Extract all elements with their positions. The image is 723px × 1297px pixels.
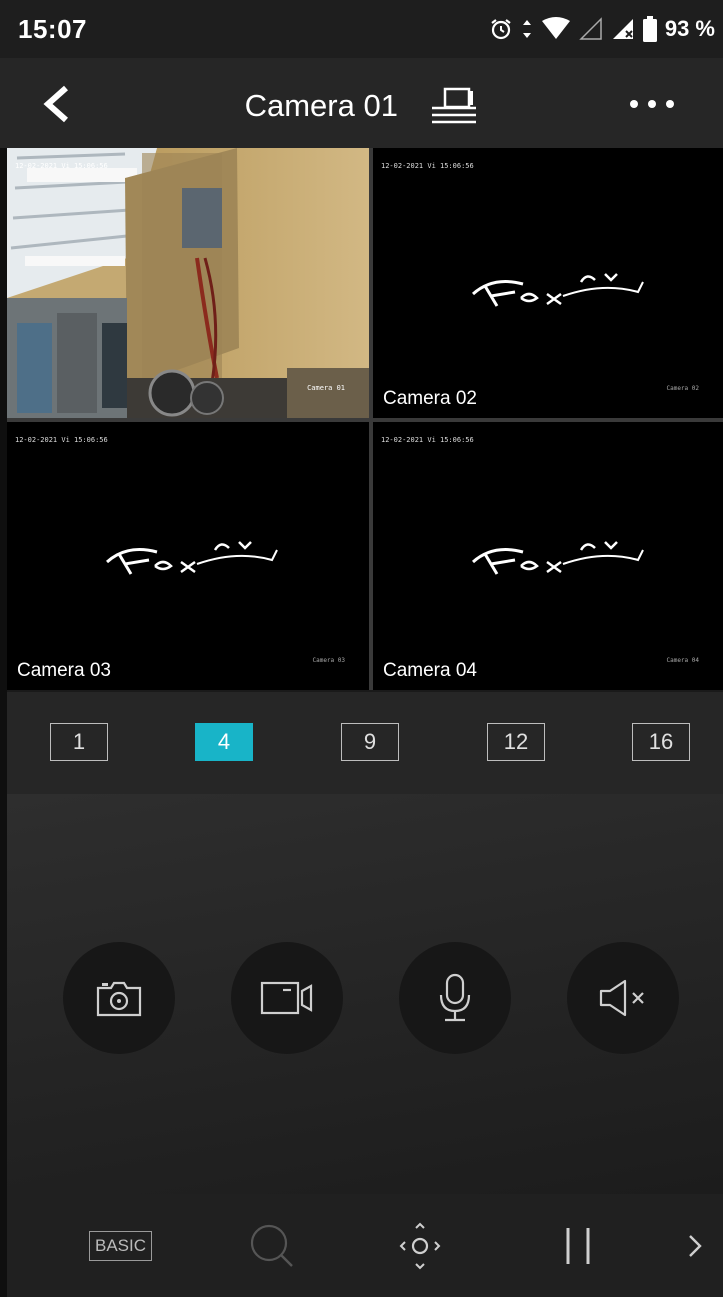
signal-no-data-icon [612,19,633,39]
microphone-icon [439,973,471,1022]
sound-button[interactable] [567,942,679,1054]
camera-osd-label: Camera 03 [312,657,345,664]
battery-icon [642,16,657,42]
camera-live-view [7,148,369,418]
fox-logo [105,541,278,575]
camera-tile-2[interactable]: 12-02-2021 Vi 15:06:56 Camera 02 Camera … [373,148,723,418]
app-bar: Camera 01 [0,58,723,148]
camera-tile-4[interactable]: 12-02-2021 Vi 15:06:56 Camera 04 Camera … [373,422,723,690]
signal-empty-icon [579,17,602,40]
more-tools-button[interactable] [687,1224,703,1268]
camera-timestamp: 12-02-2021 Vi 15:06:56 [15,436,108,444]
bottom-toolbar: BASIC [7,1194,723,1297]
alarm-clock-icon [491,19,511,40]
left-edge-strip [0,148,7,1297]
layout-selector: 1 4 9 12 16 [7,692,723,794]
fox-logo [471,541,644,575]
pause-icon [566,1228,590,1264]
more-dots-icon[interactable] [627,90,677,118]
camera-timestamp: 12-02-2021 Vi 15:06:56 [381,162,474,170]
camera-tile-3[interactable]: 12-02-2021 Vi 15:06:56 Camera 03 Camera … [7,422,369,690]
ptz-button[interactable] [398,1222,442,1270]
camera-timestamp: 12-02-2021 Vi 15:06:56 [381,436,474,444]
camera-osd-label: Camera 01 [307,384,345,392]
camera-tile-1[interactable]: 12-02-2021 Vi 15:06:56 Camera 01 [7,148,369,418]
snapshot-button[interactable] [63,942,175,1054]
pause-button[interactable] [563,1224,593,1268]
data-transfer-icon [522,20,531,38]
chevron-right-icon [689,1235,702,1257]
basic-mode-button[interactable]: BASIC [89,1224,153,1268]
multi-screen-icon[interactable] [428,86,478,126]
title-group: Camera 01 [0,86,723,126]
snapshot-camera-icon [96,981,142,1017]
camera-osd-label: Camera 02 [666,385,699,392]
speaker-mute-icon [599,979,644,1017]
talk-button[interactable] [399,942,511,1054]
status-bar: 15:07 93 % [0,0,723,58]
fox-logo [471,273,644,307]
zoom-button[interactable] [249,1224,295,1268]
basic-label: BASIC [89,1231,153,1261]
camera-name: Camera 04 [383,660,477,681]
camera-osd-label: Camera 04 [666,657,699,664]
layout-4-button[interactable]: 4 [195,723,253,761]
ptz-direction-icon [399,1222,441,1270]
layout-12-button[interactable]: 12 [487,723,545,761]
page-title: Camera 01 [244,88,398,123]
layout-1-button[interactable]: 1 [50,723,108,761]
record-button[interactable] [231,942,343,1054]
zoom-search-icon [250,1224,293,1267]
record-video-icon [260,981,313,1015]
camera-timestamp: 12-02-2021 Vi 15:06:56 [15,162,108,170]
layout-16-button[interactable]: 16 [632,723,690,761]
camera-grid: 12-02-2021 Vi 15:06:56 Camera 01 12-02-2… [7,148,723,690]
layout-9-button[interactable]: 9 [341,723,399,761]
wifi-icon [541,17,570,39]
battery-percent: 93 % [664,16,715,41]
camera-name: Camera 03 [17,660,111,681]
status-icons: 93 % [489,16,715,42]
control-panel [7,794,723,1194]
camera-name: Camera 02 [383,388,477,409]
status-time: 15:07 [18,13,87,44]
